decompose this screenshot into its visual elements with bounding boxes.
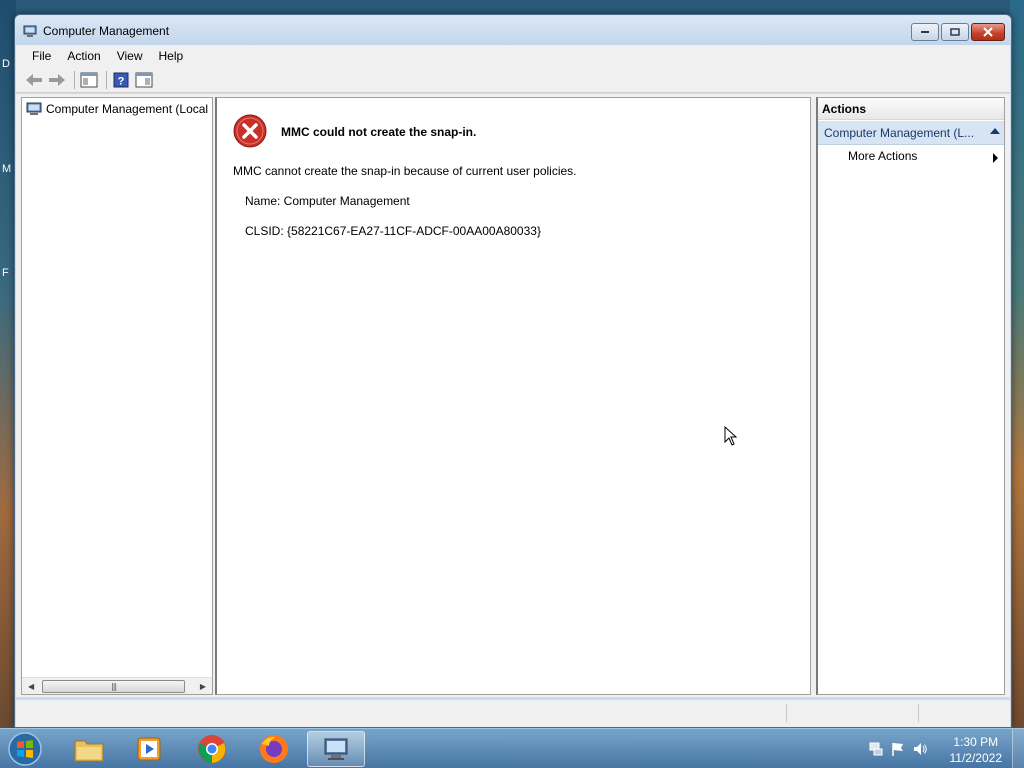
help-button[interactable]: ?: [111, 70, 131, 90]
grip-icon: |||: [111, 682, 117, 691]
network-icon[interactable]: [868, 741, 884, 757]
back-arrow-icon: [26, 73, 42, 86]
clock-date: 11/2/2022: [949, 751, 1003, 765]
volume-icon[interactable]: [912, 741, 928, 757]
scrollbar-thumb[interactable]: |||: [42, 680, 185, 693]
title-bar[interactable]: Computer Management: [15, 15, 1011, 45]
error-message: MMC cannot create the snap-in because of…: [233, 164, 577, 178]
toolbar: ?: [16, 67, 1010, 93]
action-center-flag-icon[interactable]: [890, 741, 906, 757]
actions-header: Actions: [818, 98, 1004, 120]
more-actions-item[interactable]: More Actions: [848, 149, 917, 163]
close-icon: [972, 24, 1004, 40]
scroll-right-icon[interactable]: ▶: [200, 682, 206, 691]
desktop-icon-label[interactable]: M: [2, 163, 11, 175]
snap-in-clsid: CLSID: {58221C67-EA27-11CF-ADCF-00AA00A8…: [245, 224, 541, 238]
maximize-icon: [942, 24, 968, 40]
minimize-icon: [912, 24, 938, 40]
toolbar-separator: [106, 70, 107, 89]
folder-icon: [74, 740, 104, 762]
menu-file[interactable]: File: [24, 46, 59, 66]
client-area: Computer Management (Local ◀ ||| ▶ MMC c…: [16, 94, 1010, 697]
status-bar: [16, 699, 1010, 727]
notification-area: 1:30 PM 11/2/2022: [854, 729, 1024, 768]
forward-arrow-icon: [49, 73, 65, 86]
desktop-wallpaper-right: [1010, 0, 1024, 728]
toolbar-separator: [74, 70, 75, 89]
chrome-icon: [198, 735, 226, 763]
show-desktop-button[interactable]: [1012, 729, 1024, 768]
actions-section-label: Computer Management (L...: [824, 126, 975, 140]
tree-item-computer-management[interactable]: Computer Management (Local: [26, 102, 208, 116]
minimize-button[interactable]: [911, 23, 939, 41]
scroll-left-icon[interactable]: ◀: [28, 682, 34, 691]
desktop-icon-label[interactable]: F: [2, 267, 9, 279]
window-title: Computer Management: [43, 24, 170, 38]
error-title: MMC could not create the snap-in.: [281, 125, 477, 139]
maximize-button[interactable]: [941, 23, 969, 41]
actions-section-computer-management[interactable]: Computer Management (L...: [818, 121, 1004, 145]
clock-time: 1:30 PM: [953, 735, 999, 749]
collapse-arrow-icon[interactable]: [990, 128, 1000, 134]
close-button[interactable]: [971, 23, 1005, 41]
taskbar-firefox[interactable]: [245, 731, 303, 767]
taskbar-media-player[interactable]: [120, 731, 178, 767]
taskbar: 1:30 PM 11/2/2022: [0, 728, 1024, 768]
help-icon: ?: [113, 72, 129, 87]
show-hide-console-tree-button[interactable]: [79, 70, 99, 90]
menu-bar: File Action View Help: [16, 45, 1010, 67]
mouse-pointer-icon: [724, 426, 738, 446]
firefox-icon: [260, 735, 288, 763]
menu-action[interactable]: Action: [59, 46, 108, 66]
computer-management-icon: [324, 738, 348, 760]
actions-pane: Actions Computer Management (L... More A…: [816, 97, 1005, 695]
computer-management-icon: [23, 25, 37, 37]
forward-button[interactable]: [47, 70, 67, 90]
system-clock[interactable]: 1:30 PM 11/2/2022: [950, 734, 1003, 766]
status-divider: [918, 704, 919, 722]
status-divider: [786, 704, 787, 722]
submenu-arrow-icon: [993, 153, 998, 163]
tree-item-label: Computer Management (Local: [46, 102, 209, 116]
error-icon: [233, 114, 267, 148]
show-hide-action-pane-button[interactable]: [134, 70, 154, 90]
desktop-icon-label[interactable]: D: [2, 58, 10, 70]
computer-management-icon: [26, 102, 42, 115]
action-pane-icon: [135, 72, 153, 87]
computer-management-window: Computer Management File Action View Hel…: [14, 14, 1012, 728]
svg-text:?: ?: [118, 75, 125, 87]
media-player-icon: [137, 737, 161, 761]
menu-view[interactable]: View: [109, 46, 151, 66]
console-tree-pane[interactable]: Computer Management (Local ◀ ||| ▶: [21, 97, 213, 695]
taskbar-chrome[interactable]: [183, 731, 241, 767]
result-pane: MMC could not create the snap-in. MMC ca…: [215, 97, 811, 695]
back-button[interactable]: [24, 70, 44, 90]
snap-in-name: Name: Computer Management: [245, 194, 410, 208]
menu-help[interactable]: Help: [151, 46, 192, 66]
taskbar-computer-management[interactable]: [307, 731, 365, 767]
horizontal-scrollbar[interactable]: ◀ ||| ▶: [22, 677, 212, 694]
start-button[interactable]: [6, 731, 44, 767]
taskbar-file-explorer[interactable]: [60, 731, 118, 767]
console-tree-icon: [80, 72, 98, 87]
